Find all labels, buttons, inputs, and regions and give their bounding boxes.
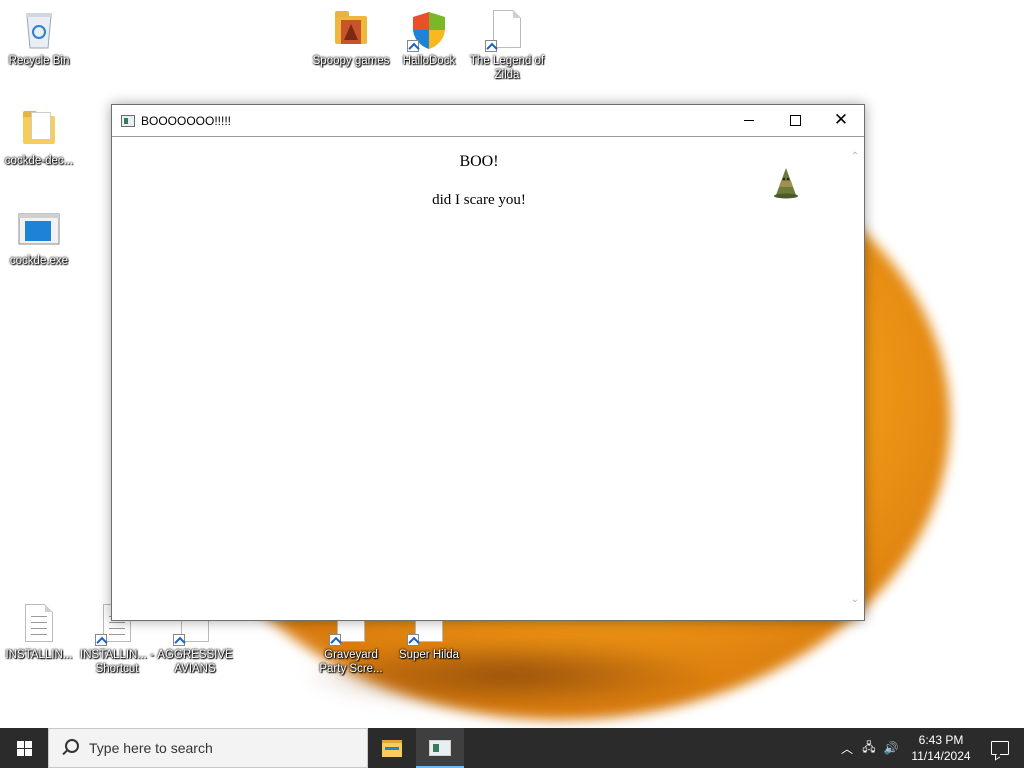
shortcut-arrow-icon [329, 634, 341, 646]
window-titlebar[interactable]: BOOOOOOO!!!!! ✕ [112, 105, 864, 137]
desktop-icon-label: HalloDock [402, 55, 456, 67]
clock-date: 11/14/2024 [911, 749, 971, 763]
taskbar-search-box[interactable]: Type here to search [48, 728, 368, 768]
notification-button[interactable] [976, 728, 1024, 768]
scroll-up-icon[interactable]: ⌃ [849, 151, 861, 163]
system-tray: ︿ 🖧 🔊 6:43 PM 11/14/2024 [836, 728, 1024, 768]
start-button[interactable] [0, 728, 48, 768]
page-message: did I scare you! [432, 192, 526, 208]
windows-logo-icon [16, 740, 32, 756]
desktop-icon-label: Super Hilda [398, 649, 460, 661]
taskbar-file-explorer[interactable] [368, 728, 416, 768]
file-explorer-icon [382, 739, 402, 757]
desktop-icon-label: Recycle Bin [8, 55, 70, 67]
desktop-icon-label: cockde-dec... [4, 155, 74, 167]
search-placeholder: Type here to search [89, 740, 213, 756]
shortcut-arrow-icon [173, 634, 185, 646]
window-app-icon [121, 114, 135, 127]
network-icon[interactable]: 🖧 [858, 738, 880, 759]
shortcut-arrow-icon [485, 40, 497, 52]
folder-icon [329, 8, 373, 52]
shortcut-arrow-icon [95, 634, 107, 646]
notification-icon [991, 741, 1009, 755]
boo-window[interactable]: BOOOOOOO!!!!! ✕ BOO! did I scare you! ⌃ … [111, 104, 865, 621]
desktop-icon-label: INSTALLIN... - Shortcut [80, 649, 154, 675]
desktop-icon-legend-zilda[interactable]: The Legend of Zilda [468, 8, 546, 82]
window-content: BOO! did I scare you! ⌃ ⌄ [112, 137, 864, 620]
close-icon: ✕ [833, 110, 849, 130]
folder-icon [17, 108, 61, 152]
app-window-icon [429, 740, 451, 756]
clock-time: 6:43 PM [918, 733, 964, 747]
desktop-icon-cockde-dec[interactable]: cockde-dec... [0, 108, 78, 168]
shield-icon [407, 8, 451, 52]
taskbar-boo-window[interactable] [416, 728, 464, 768]
desktop-icon-cockde-exe[interactable]: cockde.exe [0, 208, 78, 268]
application-icon [17, 208, 61, 252]
desktop-icon-label: INSTALLIN... [5, 649, 73, 661]
desktop-icon-label: AGGRESSIVE AVIANS [157, 649, 233, 675]
close-button[interactable]: ✕ [818, 105, 864, 136]
shortcut-arrow-icon [407, 40, 419, 52]
page-heading: BOO! [459, 153, 499, 170]
desktop-icon-label: cockde.exe [9, 255, 69, 267]
text-document-icon [17, 602, 61, 646]
desktop-icon-recycle-bin[interactable]: Recycle Bin [0, 8, 78, 68]
minimize-icon [744, 120, 754, 121]
desktop-icon-installin[interactable]: INSTALLIN... [0, 602, 78, 662]
chevron-up-icon[interactable]: ︿ [836, 740, 858, 757]
scroll-down-icon[interactable]: ⌄ [849, 594, 861, 606]
desktop-icon-label: Spoopy games [312, 55, 390, 67]
maximize-icon [789, 115, 801, 126]
document-icon [485, 8, 529, 52]
search-icon [61, 739, 79, 757]
recycle-bin-icon [17, 8, 61, 52]
desktop-icon-hallodock[interactable]: HalloDock [390, 8, 468, 68]
witch-hat-image [774, 168, 798, 199]
desktop-icon-spoopy-games[interactable]: Spoopy games [312, 8, 390, 68]
desktop-icon-label: Graveyard Party Scre... [319, 649, 383, 675]
shortcut-arrow-icon [407, 634, 419, 646]
taskbar-clock[interactable]: 6:43 PM 11/14/2024 [906, 732, 976, 764]
window-title: BOOOOOOO!!!!! [141, 113, 232, 128]
maximize-button[interactable] [772, 105, 818, 136]
volume-icon[interactable]: 🔊 [880, 741, 902, 755]
taskbar: Type here to search ︿ 🖧 🔊 6:43 PM 11/14/… [0, 728, 1024, 768]
vertical-scrollbar[interactable]: ⌃ ⌄ [846, 137, 864, 620]
desktop-icon-label: The Legend of Zilda [469, 55, 545, 81]
minimize-button[interactable] [726, 105, 772, 136]
